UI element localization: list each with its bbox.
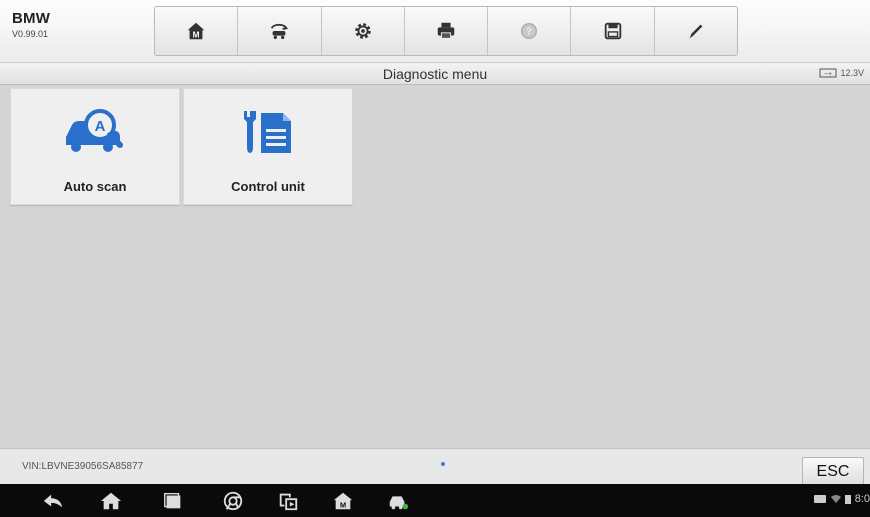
android-nav-bar: M 8:0 [0, 484, 870, 517]
screenshot-icon [279, 493, 298, 511]
help-button[interactable]: ? [488, 7, 572, 55]
save-button[interactable] [571, 7, 655, 55]
system-status-area: 8:0 [813, 493, 870, 505]
back-icon [43, 494, 63, 508]
car-auto-scan-icon: A [66, 109, 123, 152]
title-bar: Diagnostic menu −+ 12.3V [0, 63, 870, 85]
browser-button[interactable] [218, 490, 248, 512]
home-button[interactable]: M [155, 7, 239, 55]
pen-icon [689, 24, 703, 39]
brand-name: BMW [12, 10, 51, 27]
svg-text:M: M [340, 500, 346, 509]
message-icon [813, 495, 826, 503]
esc-button[interactable]: ESC [802, 457, 864, 487]
vehicle-swap-icon [271, 23, 289, 40]
footer-bar: VIN:LBVNE39056SA85877 ESC [0, 448, 870, 487]
print-icon [437, 22, 455, 39]
diagnostic-menu-grid: A Auto scan Control unit [0, 86, 870, 448]
vci-car-button[interactable] [383, 490, 413, 512]
help-icon: ? [521, 22, 538, 40]
wifi-icon [830, 495, 841, 503]
vci-car-icon [389, 496, 409, 510]
version-label: V0.99.01 [12, 29, 49, 39]
page-title: Diagnostic menu [382, 66, 488, 82]
page-indicator-dot [441, 462, 445, 466]
app-home-icon: M [333, 492, 353, 509]
clock: 8:0 [854, 493, 870, 505]
home-icon [100, 492, 122, 510]
save-icon [604, 22, 621, 40]
auto-scan-label: Auto scan [63, 179, 127, 194]
back-button[interactable] [38, 490, 68, 512]
battery-status: −+ 12.3V [819, 68, 864, 78]
svg-text:A: A [95, 118, 106, 135]
toolbar-buttons: M ? [154, 6, 738, 56]
settings-icon [354, 23, 371, 39]
brand-block: BMW V0.99.01 [12, 10, 50, 39]
browser-icon [223, 491, 243, 511]
android-home-button[interactable] [96, 490, 126, 512]
control-unit-label: Control unit [231, 179, 305, 194]
svg-text:?: ? [526, 27, 532, 38]
auto-scan-tile[interactable]: A Auto scan [10, 88, 180, 205]
vehicle-swap-button[interactable] [238, 7, 322, 55]
app-home-button[interactable]: M [328, 490, 358, 512]
edit-button[interactable] [655, 7, 737, 55]
recent-apps-icon [164, 492, 181, 509]
top-toolbar: BMW V0.99.01 M ? [0, 0, 870, 63]
battery-icon [844, 495, 851, 504]
wrench-document-icon [244, 111, 291, 153]
battery-voltage: 12.3V [840, 68, 864, 78]
recent-apps-button[interactable] [158, 490, 188, 512]
settings-button[interactable] [322, 7, 405, 55]
print-button[interactable] [405, 7, 489, 55]
control-unit-tile[interactable]: Control unit [183, 88, 353, 205]
screenshot-button[interactable] [273, 490, 303, 512]
home-icon: M [187, 22, 205, 39]
battery-icon: −+ [819, 68, 837, 78]
svg-text:M: M [193, 30, 200, 39]
svg-text:−+: −+ [824, 71, 832, 78]
vin-label: VIN:LBVNE39056SA85877 [22, 461, 144, 472]
app-window: BMW V0.99.01 M ? Diagnostic menu −+ 12.3… [0, 0, 870, 517]
